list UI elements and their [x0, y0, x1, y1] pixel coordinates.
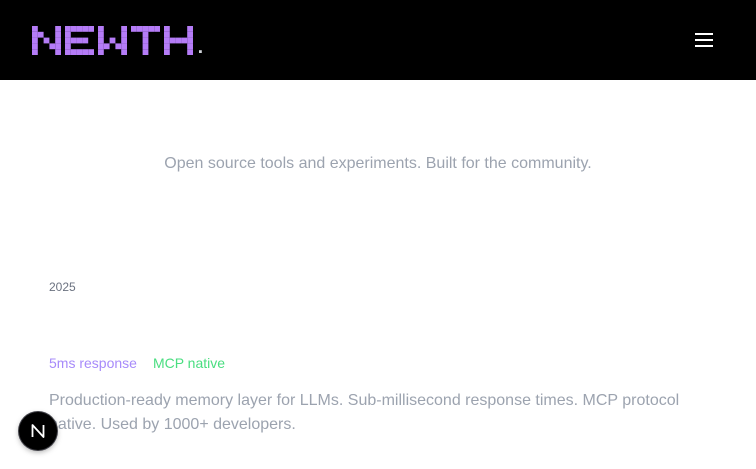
project-description: Production-ready memory layer for LLMs. … [49, 392, 680, 433]
tag-response-time: 5ms response [49, 355, 137, 371]
n-logo-icon [31, 424, 45, 438]
project-year: 2025 [49, 280, 76, 294]
tag-mcp-native: MCP native [152, 355, 226, 371]
menu-button[interactable] [688, 24, 720, 56]
hamburger-menu-icon [695, 33, 713, 47]
clipped-content: — · — · — · — [180, 462, 260, 469]
hero-tagline: Open source tools and experiments. Built… [164, 155, 592, 172]
logo-wordmark [32, 26, 202, 55]
brand-logo[interactable] [32, 24, 204, 55]
page: Open source tools and experiments. Built… [0, 0, 756, 469]
project-tags: 5ms response MCP native [49, 353, 225, 373]
floating-n-button[interactable] [19, 412, 57, 450]
site-header [0, 0, 756, 80]
